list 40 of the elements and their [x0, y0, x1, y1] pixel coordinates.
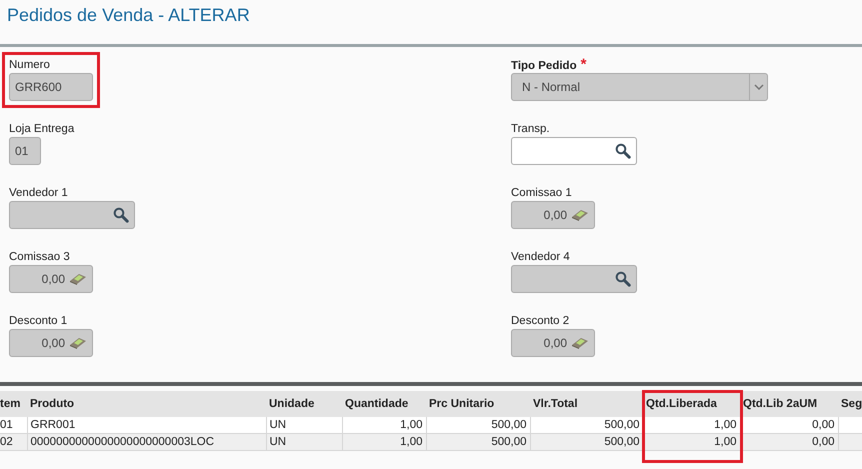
- table-cell: GRR001: [27, 417, 266, 434]
- column-header[interactable]: Qtd.Liberada: [643, 391, 740, 417]
- column-header[interactable]: Prc Unitario: [426, 391, 530, 417]
- page-title: Pedidos de Venda - ALTERAR: [0, 0, 862, 47]
- column-header[interactable]: Quantidade: [342, 391, 426, 417]
- table-cell: 01: [0, 417, 27, 434]
- field-label: Comissao 3: [9, 250, 71, 265]
- column-header[interactable]: Qtd.Lib 2aUM: [740, 391, 838, 417]
- table-cell: 500,00: [426, 417, 530, 434]
- field-label: Vendedor 4: [511, 250, 571, 265]
- required-mark: *: [580, 56, 586, 73]
- chevron-down-icon: [754, 84, 764, 90]
- table-cell: 1,00: [342, 434, 426, 450]
- column-header[interactable]: tem: [0, 391, 27, 417]
- table-cell: 0,00: [740, 434, 838, 450]
- field-label: Numero: [9, 58, 51, 73]
- table-cell: 1,00: [643, 417, 740, 434]
- field-label: Desconto 1: [9, 314, 68, 329]
- table-cell: 1,00: [643, 434, 740, 450]
- table-cell: 1,00: [342, 417, 426, 434]
- table-cell: 0000000000000000000000003LOC: [27, 434, 266, 450]
- column-header[interactable]: Vlr.Total: [530, 391, 643, 417]
- table-cell: 02: [0, 434, 27, 450]
- table-cell: UN: [266, 434, 342, 450]
- field-label: Transp.: [511, 122, 551, 137]
- field-label: Vendedor 1: [9, 186, 69, 201]
- table-cell: 500,00: [426, 434, 530, 450]
- table-cell: UN: [266, 417, 342, 434]
- search-icon[interactable]: [615, 143, 631, 159]
- lookup-field[interactable]: [511, 137, 637, 165]
- field-label: Tipo Pedido *: [511, 58, 588, 73]
- column-header[interactable]: Produto: [27, 391, 266, 417]
- field-label: Loja Entrega: [9, 122, 74, 137]
- table-cell: 500,00: [530, 417, 643, 434]
- field-label: Comissao 1: [511, 186, 573, 201]
- table-cell: 0,00: [740, 417, 838, 434]
- field-label: Desconto 2: [511, 314, 570, 329]
- column-header[interactable]: Seg: [838, 391, 862, 417]
- column-header[interactable]: Unidade: [266, 391, 342, 417]
- table-cell: 500,00: [530, 434, 643, 450]
